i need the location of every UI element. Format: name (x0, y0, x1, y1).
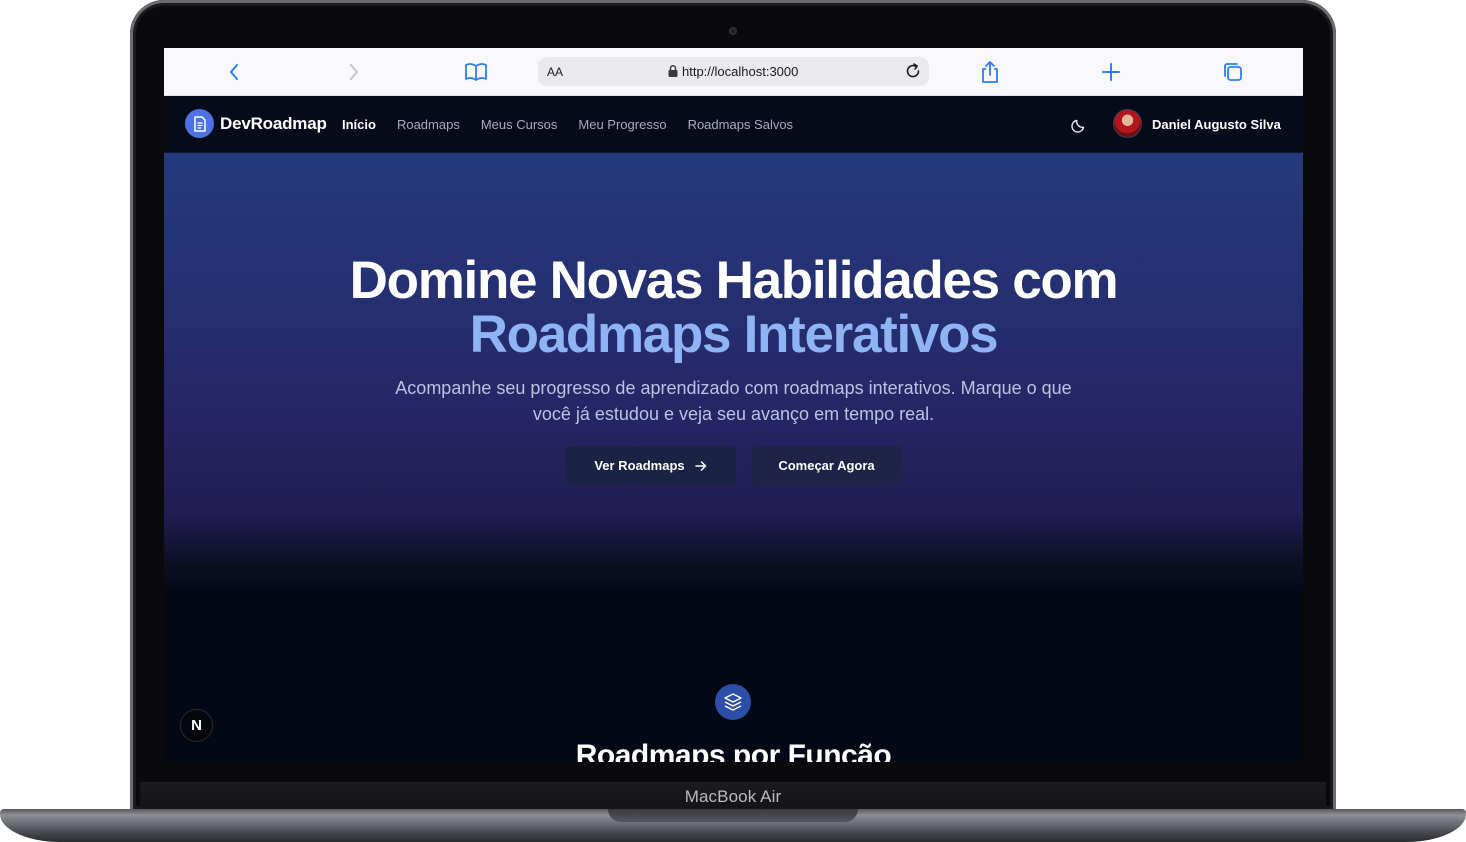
nav-link-meu-progresso[interactable]: Meu Progresso (578, 117, 666, 132)
avatar[interactable] (1113, 109, 1142, 138)
hero-subtitle: Acompanhe seu progresso de aprendizado c… (395, 378, 1072, 424)
browser-toolbar: AA http://localhost:3000 (164, 48, 1303, 96)
plus-icon[interactable] (1099, 60, 1123, 84)
user-name[interactable]: Daniel Augusto Silva (1152, 117, 1281, 132)
site-navbar: DevRoadmap Início Roadmaps Meus Cursos M… (164, 96, 1303, 153)
reload-icon[interactable] (903, 61, 923, 81)
get-started-label: Começar Agora (778, 458, 875, 473)
moon-icon[interactable] (1070, 116, 1088, 134)
get-started-button[interactable]: Começar Agora (751, 446, 902, 485)
camera-icon (729, 27, 737, 35)
chevron-right-icon[interactable] (342, 60, 366, 84)
view-roadmaps-label: Ver Roadmaps (594, 458, 685, 473)
nav-link-roadmaps[interactable]: Roadmaps (397, 117, 460, 132)
nav-links: Início Roadmaps Meus Cursos Meu Progress… (342, 117, 814, 132)
reader-mode-button[interactable]: AA (547, 65, 563, 79)
book-icon[interactable] (464, 60, 488, 84)
document-icon[interactable] (185, 109, 214, 138)
chevron-left-icon[interactable] (222, 60, 246, 84)
lock-icon (668, 65, 678, 77)
laptop-chin: MacBook Air (140, 782, 1326, 812)
nav-link-roadmaps-salvos[interactable]: Roadmaps Salvos (688, 117, 794, 132)
hero-title: Domine Novas Habilidades com (349, 251, 1119, 310)
laptop-hinge-notch (608, 809, 858, 822)
brand-name[interactable]: DevRoadmap (220, 114, 327, 134)
hero-section: Domine Novas Habilidades com Roadmaps In… (164, 153, 1303, 593)
view-roadmaps-button[interactable]: Ver Roadmaps (565, 446, 736, 485)
device-label: MacBook Air (684, 787, 782, 806)
nav-link-inicio[interactable]: Início (342, 117, 376, 132)
layers-icon (715, 684, 751, 720)
dev-tools-badge-label: N (191, 717, 202, 734)
section-title: Roadmaps por Função (575, 739, 892, 762)
hero-title-accent: Roadmaps Interativos (469, 305, 999, 364)
nav-link-meus-cursos[interactable]: Meus Cursos (481, 117, 558, 132)
tabs-icon[interactable] (1221, 60, 1245, 84)
dev-tools-badge[interactable]: N (180, 709, 213, 742)
roles-section: Roadmaps por Função (164, 593, 1303, 762)
arrow-right-icon (694, 460, 706, 471)
address-bar[interactable]: AA http://localhost:3000 (538, 57, 929, 86)
screen: AA http://localhost:3000 DevRoadmap Iníc… (164, 48, 1303, 762)
url-text: http://localhost:3000 (682, 64, 799, 79)
share-icon[interactable] (978, 60, 1002, 84)
